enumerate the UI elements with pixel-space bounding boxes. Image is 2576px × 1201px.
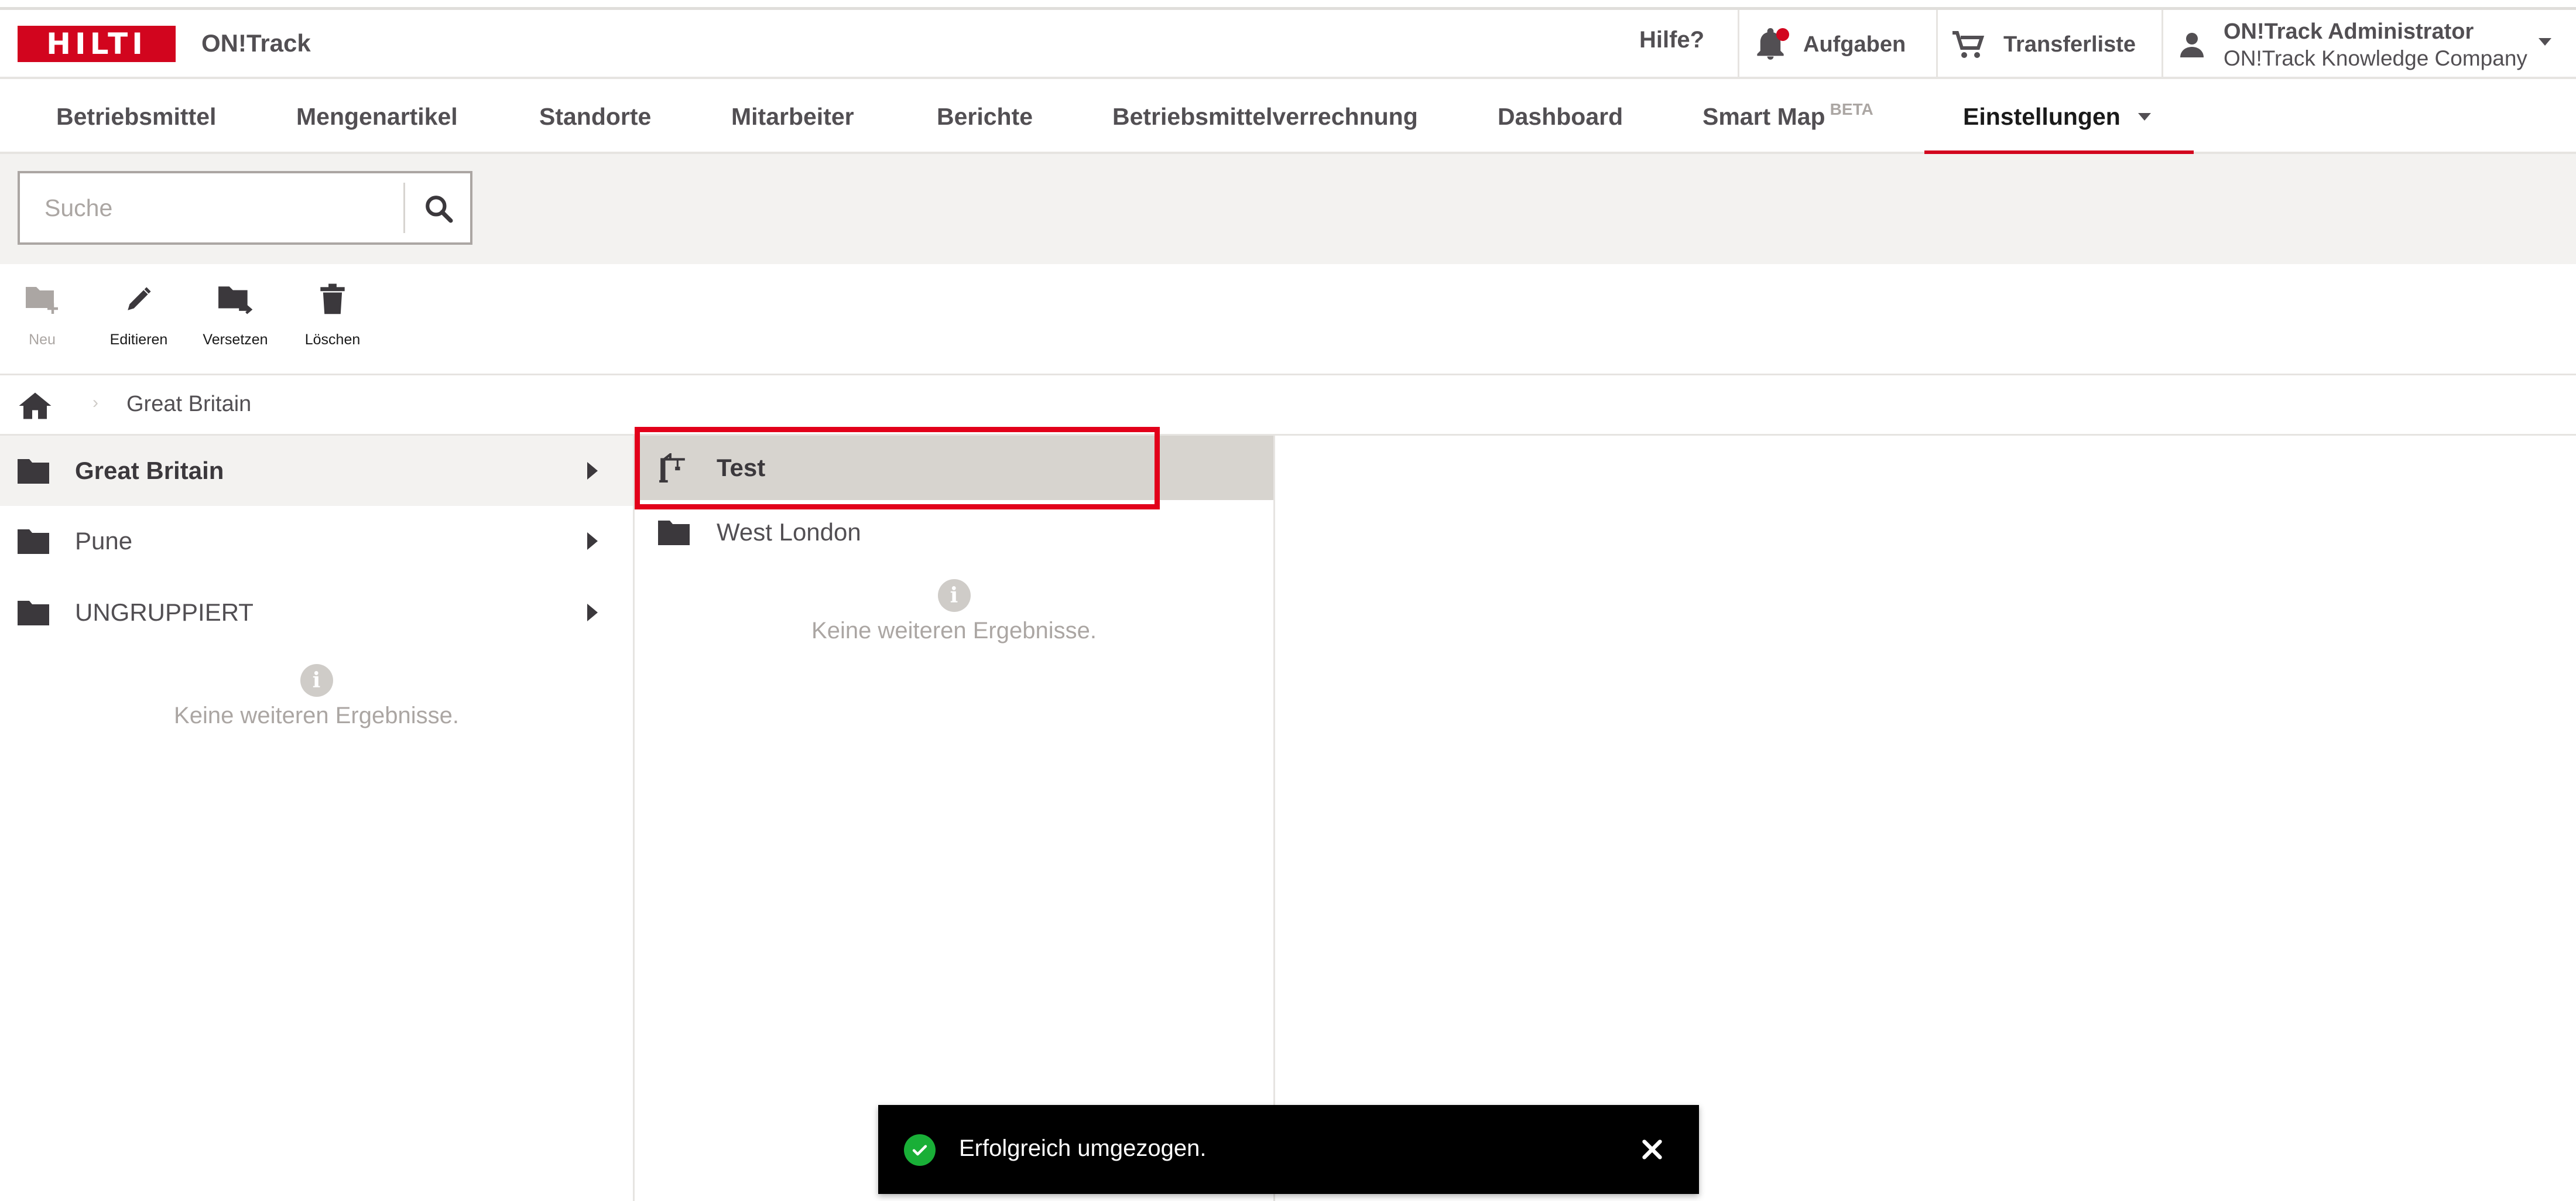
tab-dashboard[interactable]: Dashboard — [1498, 79, 1623, 154]
crane-icon — [659, 453, 685, 483]
check-circle-icon — [904, 1134, 936, 1166]
top-border — [0, 0, 2576, 10]
tab-mengenartikel[interactable]: Mengenartikel — [296, 79, 458, 154]
main-navigation: Betriebsmittel Mengenartikel Standorte M… — [0, 79, 2576, 154]
header-divider — [2161, 10, 2163, 79]
list-item-label: Pune — [75, 527, 133, 555]
chevron-down-icon — [2137, 112, 2151, 121]
info-icon: i — [937, 579, 971, 612]
list-item-pune[interactable]: Pune — [0, 506, 633, 576]
transfer-list-button[interactable]: Transferliste — [1951, 10, 2136, 79]
search-input[interactable] — [20, 173, 403, 242]
tab-betriebsmittelverrechnung[interactable]: Betriebsmittelverrechnung — [1112, 79, 1418, 154]
app-name: ON!Track — [201, 29, 311, 57]
header-divider — [1738, 10, 1739, 79]
close-icon[interactable] — [1636, 1133, 1669, 1166]
chevron-right-icon[interactable] — [587, 462, 598, 480]
list-item-west-london[interactable]: West London — [635, 500, 1273, 564]
tab-standorte[interactable]: Standorte — [539, 79, 651, 154]
tab-smart-map[interactable]: Smart Map BETA — [1703, 79, 1873, 154]
folder-icon — [18, 601, 49, 625]
tasks-button[interactable]: Aufgaben — [1755, 10, 1906, 79]
folder-icon — [658, 521, 690, 545]
pencil-icon — [128, 287, 151, 310]
info-icon: i — [300, 664, 333, 697]
breadcrumb-separator: › — [93, 393, 98, 412]
user-name: ON!Track Administrator — [2224, 19, 2474, 44]
trash-icon — [320, 283, 345, 314]
help-link[interactable]: Hilfe? — [1639, 27, 1704, 53]
edit-label: Editieren — [109, 331, 168, 348]
user-company: ON!Track Knowledge Company — [2224, 46, 2527, 70]
list-item-label: Great Britain — [75, 457, 224, 484]
tab-berichte[interactable]: Berichte — [937, 79, 1033, 154]
user-icon — [2180, 33, 2204, 57]
search-button[interactable] — [418, 188, 459, 229]
cart-icon — [1952, 31, 1985, 58]
transfer-list-label: Transferliste — [2003, 32, 2136, 57]
delete-button[interactable]: Löschen — [292, 279, 374, 367]
no-results-text: Keine weiteren Ergebnisse. — [811, 618, 1097, 644]
tab-einstellungen[interactable]: Einstellungen — [1963, 79, 2151, 154]
chevron-down-icon[interactable] — [2539, 38, 2551, 46]
tab-mitarbeiter[interactable]: Mitarbeiter — [731, 79, 854, 154]
success-toast: Erfolgreich umgezogen. — [878, 1105, 1699, 1194]
list-item-label: West London — [717, 518, 861, 546]
chevron-right-icon[interactable] — [587, 604, 598, 621]
edit-button[interactable]: Editieren — [98, 279, 180, 367]
no-results-text: Keine weiteren Ergebnisse. — [174, 703, 459, 728]
toast-message: Erfolgreich umgezogen. — [959, 1135, 1207, 1161]
list-item-ungruppiert[interactable]: UNGRUPPIERT — [0, 577, 633, 648]
search-bar — [0, 154, 2576, 264]
no-more-results: i Keine weiteren Ergebnisse. — [635, 579, 1273, 644]
user-menu[interactable] — [2178, 10, 2206, 79]
search-divider — [403, 183, 405, 233]
search-icon — [426, 196, 453, 223]
folder-icon — [18, 529, 49, 554]
tasks-label: Aufgaben — [1803, 32, 1906, 57]
breadcrumb: › Great Britain — [0, 375, 2576, 436]
location-column-1: Great Britain Pune UNGRUPPIERT i Keine w… — [0, 436, 635, 1201]
location-column-2: Test West London i Keine weiteren Ergebn… — [635, 436, 1275, 1201]
list-item-great-britain[interactable]: Great Britain — [0, 436, 633, 506]
move-button[interactable]: Versetzen — [194, 279, 276, 367]
app-header: HILTI ON!Track Hilfe? Aufgaben Transferl… — [0, 10, 2576, 79]
breadcrumb-item[interactable]: Great Britain — [126, 392, 251, 417]
no-more-results: i Keine weiteren Ergebnisse. — [0, 664, 633, 729]
list-item-label: Test — [717, 454, 766, 481]
home-icon[interactable] — [18, 391, 53, 420]
beta-badge: BETA — [1830, 100, 1873, 118]
header-divider — [1936, 10, 1938, 79]
search-box — [18, 171, 472, 245]
action-toolbar: Neu Editieren Versetzen Löschen — [0, 264, 2576, 375]
move-label: Versetzen — [203, 331, 268, 348]
notification-dot — [1776, 28, 1789, 41]
folder-move-icon — [218, 286, 253, 314]
new-label: Neu — [29, 331, 56, 348]
chevron-right-icon[interactable] — [587, 532, 598, 550]
list-item-test[interactable]: Test — [635, 436, 1273, 500]
folder-icon — [18, 459, 49, 484]
list-item-label: UNGRUPPIERT — [75, 598, 254, 626]
folder-add-icon — [26, 287, 58, 314]
tab-betriebsmittel[interactable]: Betriebsmittel — [56, 79, 216, 154]
new-button[interactable]: Neu — [1, 279, 83, 367]
hilti-logo[interactable]: HILTI — [18, 26, 176, 62]
delete-label: Löschen — [304, 331, 361, 348]
